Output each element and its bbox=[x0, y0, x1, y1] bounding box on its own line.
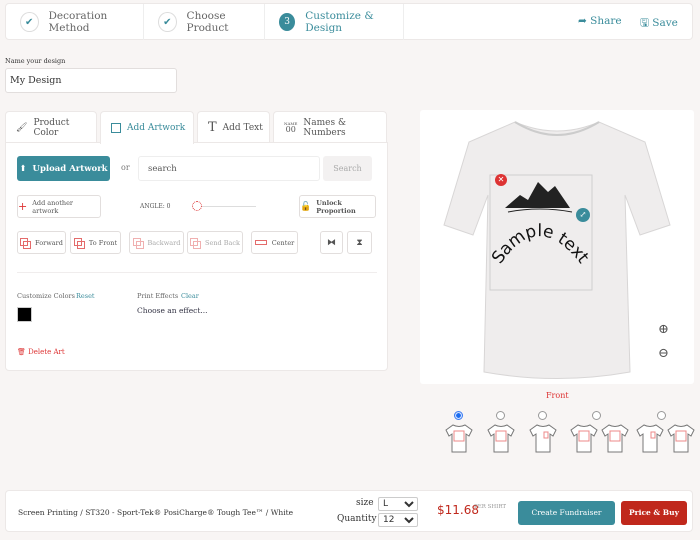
tab-add-text[interactable]: TAdd Text bbox=[197, 111, 270, 143]
view-radio[interactable] bbox=[538, 411, 547, 420]
angle-slider[interactable] bbox=[192, 206, 256, 207]
backward-button[interactable]: Backward bbox=[129, 231, 184, 254]
brush-icon: 🖌 bbox=[16, 123, 27, 133]
price-buy-button[interactable]: Price & Buy bbox=[621, 501, 687, 525]
order-bar: Screen Printing / ST320 - Sport-Tek® Pos… bbox=[5, 490, 693, 532]
zoom-out-button[interactable]: ⊖ bbox=[658, 346, 669, 361]
view-shirt-icon[interactable] bbox=[487, 423, 515, 453]
flip-vertical-button[interactable]: ⧗ bbox=[347, 231, 372, 254]
divider bbox=[17, 272, 377, 273]
design-name-label: Name your design bbox=[5, 57, 65, 65]
forward-icon bbox=[20, 238, 30, 247]
center-button[interactable]: Center bbox=[251, 231, 298, 254]
remove-artwork-icon[interactable]: ✕ bbox=[495, 174, 507, 186]
send-back-button[interactable]: Send Back bbox=[187, 231, 243, 254]
step-header: ✔Decoration Method ✔Choose Product 3Cust… bbox=[5, 3, 693, 40]
or-label: or bbox=[121, 163, 130, 172]
view-shirt-icon[interactable] bbox=[445, 423, 473, 453]
design-name-input[interactable] bbox=[5, 68, 177, 93]
to-front-icon bbox=[74, 238, 84, 247]
tab-names-numbers[interactable]: NAME00Names & Numbers bbox=[273, 111, 387, 143]
resize-handle-icon[interactable]: ⤢ bbox=[576, 208, 590, 222]
design-preview[interactable]: Sample text ✕ ⤢ ⊕ ⊖ bbox=[420, 110, 694, 384]
artwork-search-input[interactable]: search bbox=[138, 156, 320, 181]
angle-slider-handle[interactable] bbox=[192, 201, 202, 211]
tshirt-image: Sample text bbox=[420, 110, 694, 384]
view-radio[interactable] bbox=[592, 411, 601, 420]
clear-effects-link[interactable]: Clear bbox=[181, 292, 199, 300]
view-radio[interactable] bbox=[496, 411, 505, 420]
send-back-icon bbox=[190, 238, 200, 247]
angle-label: ANGLE: 0 bbox=[140, 203, 171, 210]
product-summary: Screen Printing / ST320 - Sport-Tek® Pos… bbox=[18, 508, 293, 517]
view-shirt-icon[interactable] bbox=[667, 423, 695, 453]
price: $11.68 bbox=[437, 503, 479, 517]
to-front-button[interactable]: To Front bbox=[70, 231, 121, 254]
delete-art-button[interactable]: 🗑 Delete Art bbox=[17, 348, 65, 356]
text-icon: T bbox=[208, 120, 217, 135]
view-shirt-icon[interactable] bbox=[570, 423, 598, 453]
plus-icon: + bbox=[18, 200, 27, 213]
backward-icon bbox=[133, 238, 143, 247]
center-icon bbox=[255, 240, 267, 245]
forward-button[interactable]: Forward bbox=[17, 231, 66, 254]
reset-colors-link[interactable]: Reset bbox=[76, 292, 95, 300]
zoom-in-button[interactable]: ⊕ bbox=[658, 322, 669, 337]
size-select[interactable]: L bbox=[378, 497, 418, 511]
view-shirt-icon[interactable] bbox=[636, 423, 664, 453]
save-button[interactable]: 🖫 Save bbox=[640, 15, 678, 33]
upload-icon: ⬆ bbox=[19, 164, 26, 174]
save-icon: 🖫 bbox=[640, 17, 649, 29]
search-button[interactable]: Search bbox=[323, 156, 372, 181]
share-icon: ➦ bbox=[578, 15, 587, 27]
unlock-icon: 🔓 bbox=[300, 202, 311, 212]
add-another-artwork-button[interactable]: +Add another artwork bbox=[17, 195, 101, 218]
quantity-label: Quantity bbox=[337, 514, 377, 524]
trash-icon: 🗑 bbox=[17, 348, 26, 356]
color-swatch[interactable] bbox=[17, 307, 32, 322]
check-icon: ✔ bbox=[158, 12, 177, 32]
quantity-select[interactable]: 12 bbox=[378, 513, 418, 527]
step-customize-design[interactable]: 3Customize & Design bbox=[265, 4, 404, 40]
customize-colors-label: Customize Colors bbox=[17, 292, 75, 300]
create-fundraiser-button[interactable]: Create Fundraiser bbox=[518, 501, 615, 525]
flip-horizontal-icon: ⧓ bbox=[327, 238, 336, 248]
share-button[interactable]: ➦ Share bbox=[578, 15, 622, 27]
size-label: size bbox=[356, 498, 374, 508]
upload-artwork-button[interactable]: ⬆Upload Artwork bbox=[17, 156, 110, 181]
tab-add-artwork[interactable]: Add Artwork bbox=[100, 111, 194, 144]
per-shirt-label: PER SHIRT bbox=[474, 504, 506, 510]
view-radio[interactable] bbox=[454, 411, 463, 420]
step-decoration-method[interactable]: ✔Decoration Method bbox=[6, 4, 144, 40]
unlock-proportion-button[interactable]: 🔓Unlock Proportion bbox=[299, 195, 376, 218]
view-radio[interactable] bbox=[657, 411, 666, 420]
view-label: Front bbox=[546, 391, 569, 400]
flip-horizontal-button[interactable]: ⧓ bbox=[320, 231, 343, 254]
names-numbers-icon: NAME00 bbox=[284, 122, 297, 134]
image-icon bbox=[111, 123, 121, 133]
print-effect-select[interactable]: Choose an effect... bbox=[137, 306, 208, 315]
tab-product-color[interactable]: 🖌Product Color bbox=[5, 111, 97, 143]
view-shirt-icon[interactable] bbox=[601, 423, 629, 453]
step-choose-product[interactable]: ✔Choose Product bbox=[144, 4, 265, 40]
view-shirt-icon[interactable] bbox=[529, 423, 557, 453]
print-effects-label: Print Effects bbox=[137, 292, 178, 300]
flip-vertical-icon: ⧗ bbox=[356, 238, 362, 248]
check-icon: ✔ bbox=[20, 12, 39, 32]
